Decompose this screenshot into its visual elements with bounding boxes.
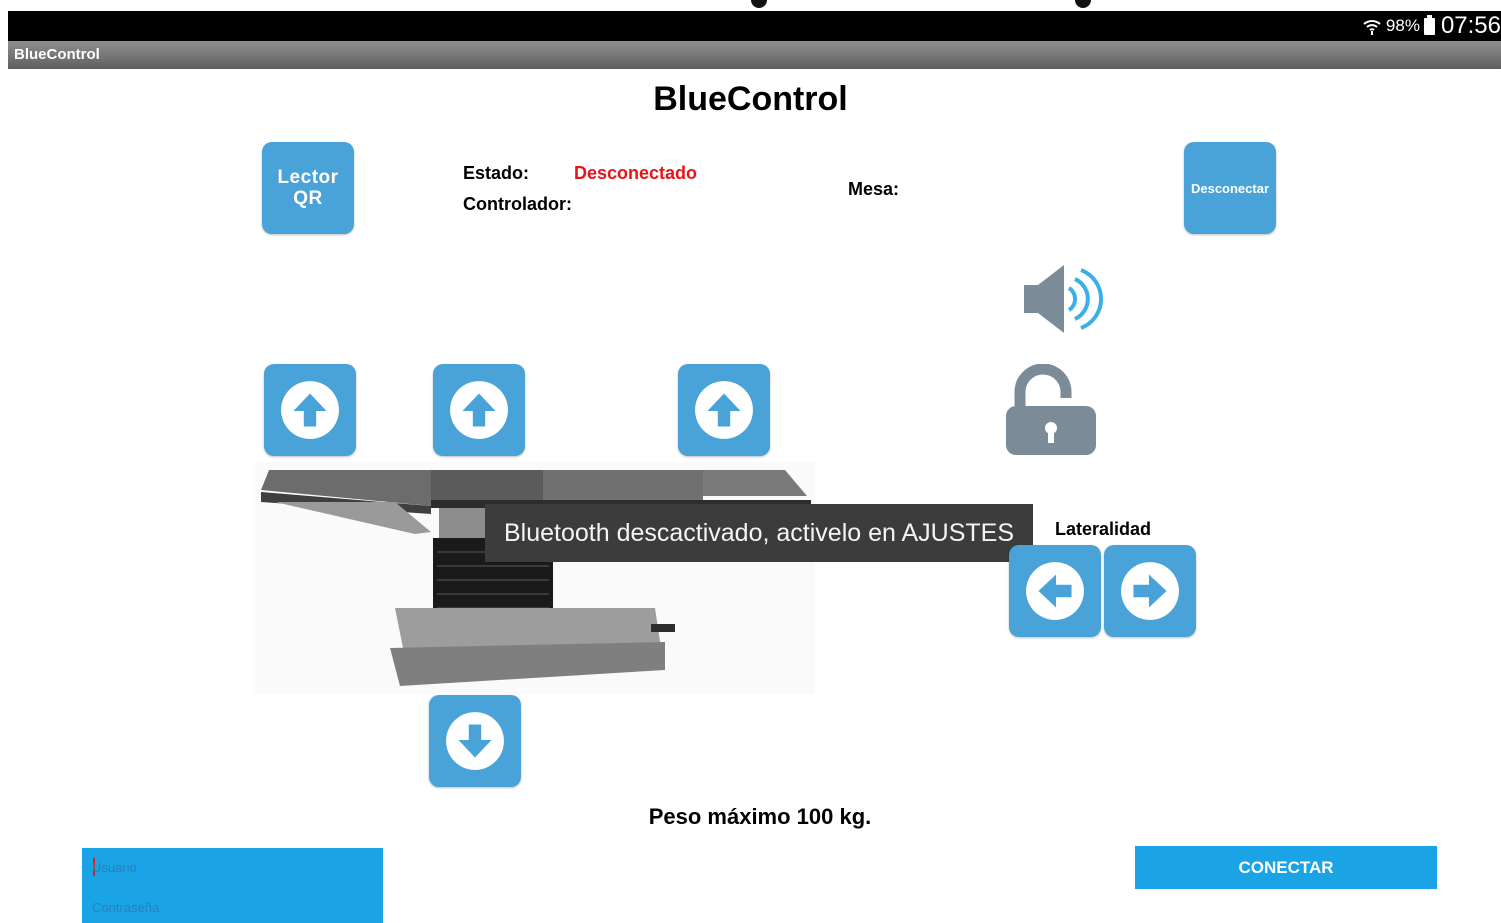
disconnect-button-label: Desconectar <box>1190 180 1270 196</box>
qr-button-label-line1: Lector <box>277 167 339 188</box>
arrow-up-icon <box>450 381 508 439</box>
app-bar-title: BlueControl <box>14 46 100 63</box>
page-title: BlueControl <box>653 80 848 118</box>
up-arrow-button-1[interactable] <box>264 364 356 456</box>
login-panel <box>82 848 383 923</box>
mesa-label: Mesa: <box>848 179 900 199</box>
lateral-right-button[interactable] <box>1104 545 1196 637</box>
battery-percent: 98% <box>1385 16 1420 35</box>
password-input[interactable] <box>92 894 372 920</box>
status-indicators: 98% 07:56 <box>1362 11 1501 41</box>
estado-label: Estado: <box>463 163 530 183</box>
connection-status: Desconectado <box>574 163 698 183</box>
controlador-label: Controlador: <box>463 194 572 214</box>
decor-mark <box>1075 0 1091 8</box>
up-arrow-button-2[interactable] <box>433 364 525 456</box>
max-weight-note: Peso máximo 100 kg. <box>648 804 872 829</box>
arrow-right-icon <box>1121 562 1179 620</box>
unlock-icon[interactable] <box>1004 364 1098 457</box>
lateralidad-label: Lateralidad <box>1055 519 1152 539</box>
arrow-up-icon <box>695 381 753 439</box>
qr-reader-button[interactable]: Lector QR <box>262 142 354 234</box>
arrow-down-icon <box>446 712 504 770</box>
system-status-bar: 98% 07:56 <box>8 11 1501 41</box>
operating-table-image <box>255 462 815 694</box>
down-arrow-button[interactable] <box>429 695 521 787</box>
up-arrow-button-3[interactable] <box>678 364 770 456</box>
bluetooth-toast: Bluetooth descactivado, activelo en AJUS… <box>485 504 1033 562</box>
clock: 07:56 <box>1440 12 1501 39</box>
wifi-icon <box>1363 20 1381 35</box>
qr-button-label-line2: QR <box>293 188 323 209</box>
lateral-left-button[interactable] <box>1009 545 1101 637</box>
arrow-left-icon <box>1026 562 1084 620</box>
username-input[interactable] <box>92 854 372 880</box>
speaker-icon[interactable] <box>1020 262 1104 336</box>
app-action-bar: BlueControl <box>8 41 1501 69</box>
connect-button[interactable]: CONECTAR <box>1135 846 1437 889</box>
decor-mark <box>751 0 767 8</box>
top-screen-strip <box>0 0 1501 11</box>
disconnect-button[interactable]: Desconectar <box>1184 142 1276 234</box>
arrow-up-icon <box>281 381 339 439</box>
battery-icon <box>1423 14 1435 35</box>
